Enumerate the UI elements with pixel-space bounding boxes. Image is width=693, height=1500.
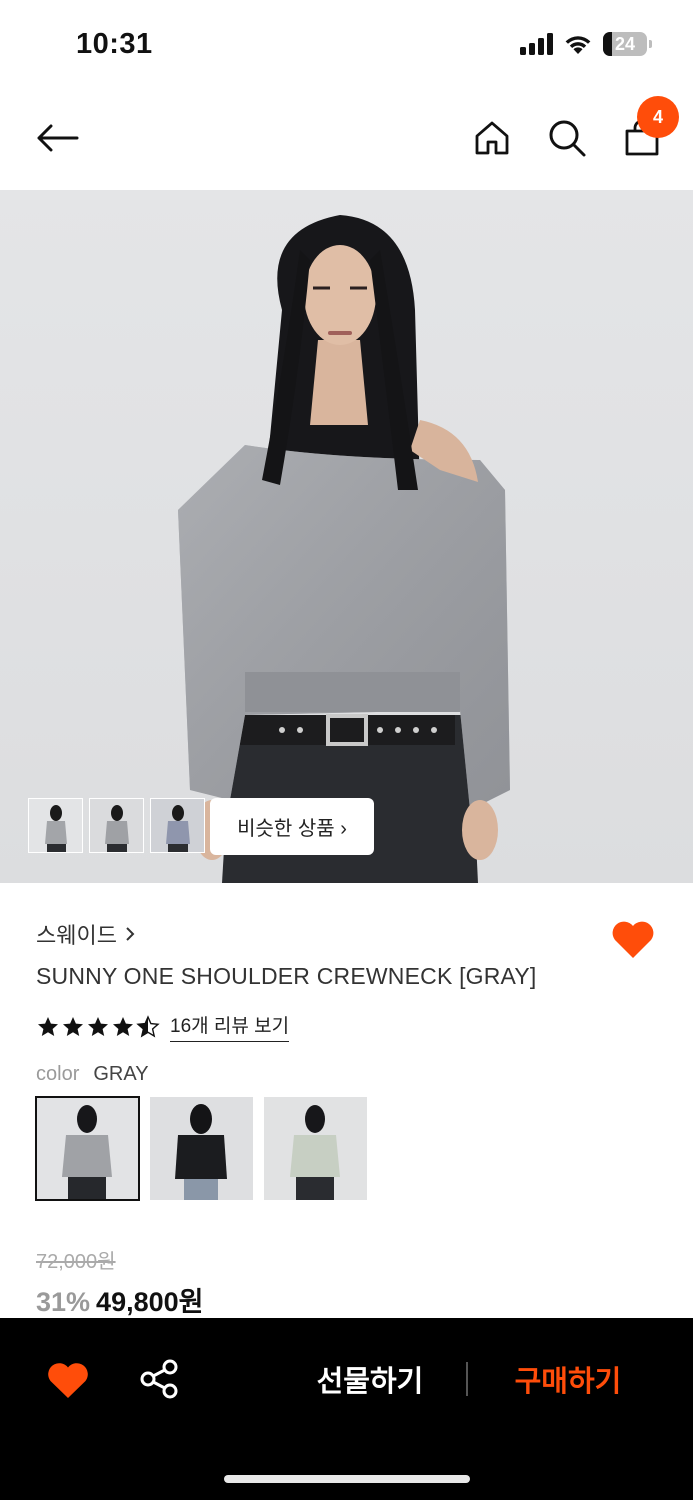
similar-products-button[interactable]: 비슷한 상품 › xyxy=(210,798,374,855)
color-label: color xyxy=(36,1063,80,1085)
status-time: 10:31 xyxy=(76,28,153,60)
buy-button[interactable]: 구매하기 xyxy=(498,1358,638,1402)
discount-rate: 31% xyxy=(36,1287,91,1317)
original-price: 72,000원 xyxy=(36,1251,116,1273)
star-icon xyxy=(63,1016,83,1036)
star-icon xyxy=(38,1016,58,1036)
home-button[interactable] xyxy=(467,113,517,163)
product-hero-image[interactable]: 비슷한 상품 › xyxy=(0,190,693,883)
reviews-link[interactable]: 16개 리뷰 보기 xyxy=(170,1011,290,1042)
nav-bar xyxy=(0,95,693,185)
product-name: SUNNY ONE SHOULDER CREWNECK [GRAY] xyxy=(36,963,537,989)
back-button[interactable] xyxy=(32,113,82,163)
status-icons: 24 xyxy=(520,32,652,56)
rating-stars xyxy=(36,1014,160,1039)
image-thumbnail[interactable] xyxy=(150,798,205,853)
rating-row: 16개 리뷰 보기 xyxy=(36,1011,290,1042)
wishlist-heart-icon[interactable] xyxy=(46,1360,90,1400)
home-icon xyxy=(475,121,509,155)
color-swatches xyxy=(35,1096,367,1201)
bottom-action-bar: 선물하기 구매하기 xyxy=(0,1318,693,1500)
sale-price: 49,800원 xyxy=(96,1287,204,1317)
cellular-signal-icon xyxy=(520,33,553,55)
model-photo xyxy=(178,215,510,883)
search-button[interactable] xyxy=(542,113,592,163)
wishlist-heart-icon[interactable] xyxy=(610,918,656,960)
battery-icon: 24 xyxy=(603,32,652,56)
color-swatch-black[interactable] xyxy=(150,1097,253,1200)
half-star-icon xyxy=(136,1014,160,1037)
battery-level: 24 xyxy=(614,33,636,54)
color-row: color GRAY xyxy=(36,1063,149,1086)
wifi-icon xyxy=(565,36,591,54)
divider xyxy=(466,1362,468,1396)
star-icon xyxy=(88,1016,108,1036)
color-swatch-mint[interactable] xyxy=(264,1097,367,1200)
share-icon[interactable] xyxy=(138,1358,180,1400)
selected-color-value: GRAY xyxy=(93,1063,149,1085)
gift-button[interactable]: 선물하기 xyxy=(300,1358,440,1402)
search-icon xyxy=(549,120,586,157)
price-row: 31% 49,800원 xyxy=(36,1280,203,1319)
star-icon xyxy=(113,1016,133,1036)
image-thumbnails xyxy=(28,798,205,853)
back-arrow-icon xyxy=(37,124,79,152)
home-indicator xyxy=(224,1475,470,1483)
brand-name: 스웨이드 xyxy=(36,923,117,948)
image-thumbnail[interactable] xyxy=(28,798,83,853)
status-bar: 10:31 24 xyxy=(0,0,693,90)
cart-count-badge: 4 xyxy=(637,96,679,138)
color-swatch-gray[interactable] xyxy=(35,1096,140,1201)
chevron-right-icon xyxy=(126,927,135,941)
image-thumbnail[interactable] xyxy=(89,798,144,853)
brand-link[interactable]: 스웨이드 xyxy=(36,918,135,950)
